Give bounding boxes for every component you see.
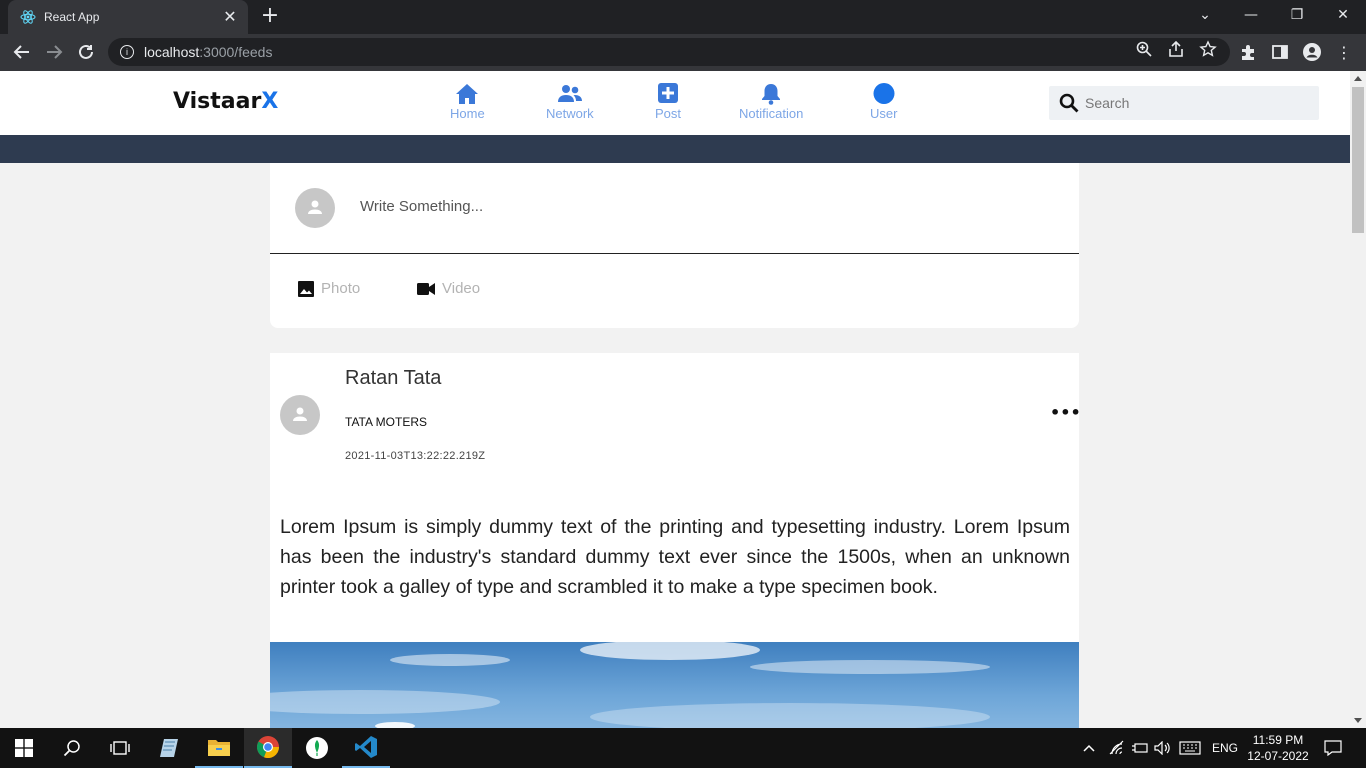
post-image[interactable] <box>220 640 1079 728</box>
battery-icon[interactable] <box>1131 728 1149 768</box>
bell-icon <box>762 84 781 105</box>
photo-button[interactable]: Photo <box>298 280 360 297</box>
forward-icon[interactable] <box>42 40 66 64</box>
nav-post-label: Post <box>655 106 682 121</box>
close-window-button[interactable]: ✕ <box>1320 0 1366 30</box>
post-options-icon[interactable]: ••• <box>1050 403 1081 422</box>
app-logo[interactable]: VistaarX <box>173 89 278 114</box>
person-icon <box>308 200 322 214</box>
post-body-text: Lorem Ipsum is simply dummy text of the … <box>280 516 1070 598</box>
profile-icon[interactable] <box>1300 40 1324 64</box>
page-scrollbar[interactable] <box>1350 71 1366 728</box>
chrome-app-icon[interactable] <box>244 728 292 768</box>
nav-network[interactable]: Network <box>546 83 594 121</box>
file-explorer-icon[interactable] <box>195 728 243 768</box>
home-icon <box>456 84 479 104</box>
clock-time: 11:59 PM <box>1252 733 1304 747</box>
bookmark-star-icon[interactable] <box>1199 40 1217 58</box>
restore-button[interactable]: ❐ <box>1274 0 1320 30</box>
page-viewport: VistaarX Home Network Post Notification … <box>0 71 1350 728</box>
clock-date: 12-07-2022 <box>1247 749 1309 763</box>
browser-tab[interactable]: React App ✕ <box>8 0 248 34</box>
wifi-icon[interactable] <box>1108 728 1126 768</box>
extensions-icon[interactable] <box>1236 40 1260 64</box>
close-tab-icon[interactable]: ✕ <box>222 7 238 27</box>
windows-taskbar: ENG 11:59 PM 12-07-2022 <box>0 728 1366 768</box>
zoom-icon[interactable] <box>1135 40 1153 58</box>
tab-search-icon[interactable]: ⌄ <box>1182 0 1228 30</box>
taskbar-search-icon[interactable] <box>48 728 96 768</box>
nav-post[interactable]: Post <box>655 83 681 121</box>
notification-center-icon[interactable] <box>1324 728 1342 768</box>
compose-card: Write Something... Photo Video <box>270 163 1079 328</box>
search-icon <box>1059 93 1079 113</box>
taskbar-clock[interactable]: 11:59 PM 12-07-2022 <box>1240 732 1316 764</box>
person-icon <box>293 407 307 421</box>
browser-menu-icon[interactable]: ⋮ <box>1332 40 1356 64</box>
show-hidden-icons-icon[interactable] <box>1082 728 1096 768</box>
address-bar[interactable]: i localhost:3000/feeds <box>108 38 1230 66</box>
sky-clouds-image <box>220 640 990 728</box>
notepad-app-icon[interactable] <box>146 728 194 768</box>
search-box[interactable] <box>1049 86 1319 120</box>
compose-divider <box>270 253 1079 254</box>
site-info-icon[interactable]: i <box>120 45 134 59</box>
browser-tab-strip: React App ✕ + ⌄ — ❐ ✕ <box>0 0 1366 34</box>
minimize-button[interactable]: — <box>1228 0 1274 30</box>
nav-notification[interactable]: Notification <box>739 83 803 121</box>
vscode-app-icon[interactable] <box>342 728 390 768</box>
mongodb-compass-icon[interactable] <box>293 728 341 768</box>
compose-input[interactable]: Write Something... <box>360 198 483 215</box>
video-label: Video <box>442 280 481 297</box>
language-indicator[interactable]: ENG <box>1212 728 1238 768</box>
post-author-avatar[interactable] <box>280 395 320 435</box>
scroll-up-arrow-icon[interactable] <box>1354 76 1362 81</box>
video-camera-icon <box>417 282 435 295</box>
nav-user-label: User <box>870 106 898 121</box>
scroll-down-arrow-icon[interactable] <box>1354 718 1362 723</box>
logo-accent-text: X <box>261 89 279 114</box>
keyboard-icon[interactable] <box>1179 728 1201 768</box>
task-view-icon[interactable] <box>96 728 144 768</box>
video-button[interactable]: Video <box>417 280 480 297</box>
back-icon[interactable] <box>10 40 34 64</box>
app-navbar: VistaarX Home Network Post Notification … <box>0 71 1350 135</box>
url-path: :3000/feeds <box>199 44 273 60</box>
network-icon <box>557 85 582 102</box>
image-icon <box>298 280 314 297</box>
url-host: localhost <box>144 44 200 60</box>
react-favicon-icon <box>20 9 36 25</box>
nav-user[interactable]: User <box>870 83 897 121</box>
user-avatar-icon <box>873 83 895 104</box>
new-tab-button[interactable]: + <box>258 5 282 29</box>
post-author-company: TATA MOTERS <box>345 415 428 429</box>
logo-main-text: Vistaar <box>173 89 262 114</box>
nav-notification-label: Notification <box>739 106 804 121</box>
post-card: Ratan Tata TATA MOTERS 2021-11-03T13:22:… <box>220 353 1081 728</box>
volume-icon[interactable] <box>1154 728 1172 768</box>
post-timestamp: 2021-11-03T13:22:22.219Z <box>345 450 486 462</box>
nav-home[interactable]: Home <box>450 83 485 121</box>
plus-square-icon <box>658 83 678 103</box>
compose-avatar <box>295 188 335 228</box>
nav-network-label: Network <box>546 106 594 121</box>
tab-title: React App <box>44 10 100 24</box>
nav-underbar <box>0 135 1350 163</box>
share-icon[interactable] <box>1167 40 1185 58</box>
nav-home-label: Home <box>450 106 485 121</box>
search-input[interactable] <box>1085 95 1305 111</box>
reload-icon[interactable] <box>74 40 98 64</box>
scrollbar-thumb[interactable] <box>1352 87 1364 233</box>
start-windows-icon[interactable] <box>0 728 48 768</box>
browser-toolbar: i localhost:3000/feeds ⋮ <box>0 34 1366 71</box>
post-author-name[interactable]: Ratan Tata <box>345 367 441 390</box>
photo-label: Photo <box>321 280 361 297</box>
side-panel-icon[interactable] <box>1268 40 1292 64</box>
